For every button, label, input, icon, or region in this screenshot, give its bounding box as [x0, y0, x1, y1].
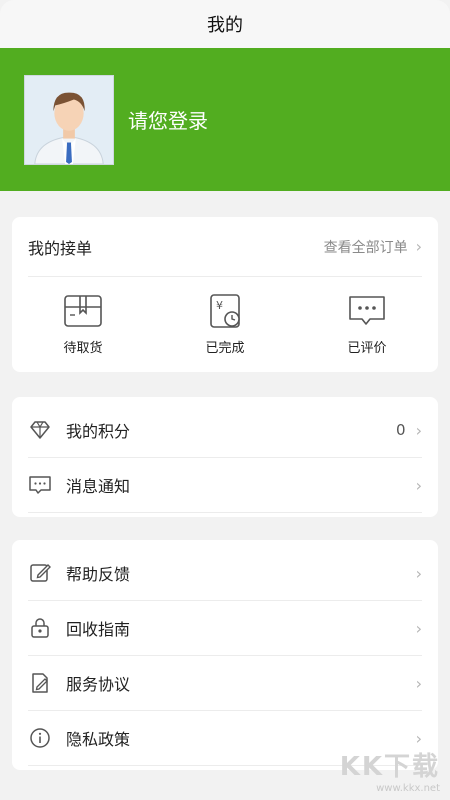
box-icon — [64, 295, 102, 327]
settings-card: 帮助反馈 › 回收指南 › 服务协议 › 隐私政策 › — [12, 540, 438, 770]
profile-header[interactable]: 请您登录 — [0, 48, 450, 191]
chevron-right-icon: › — [415, 475, 422, 495]
view-all-orders-link[interactable]: 查看全部订单 › — [324, 237, 422, 257]
order-status-pending-pickup[interactable]: 待取货 — [28, 293, 138, 356]
order-status-label: 待取货 — [63, 341, 103, 356]
svg-text:¥: ¥ — [216, 299, 223, 312]
orders-title: 我的接单 — [28, 238, 93, 258]
avatar[interactable] — [24, 74, 114, 165]
order-status-label: 已完成 — [205, 341, 245, 356]
info-icon — [30, 728, 50, 748]
top-bar: 我的 — [0, 0, 450, 48]
chevron-right-icon: › — [415, 237, 422, 256]
chevron-right-icon: › — [415, 728, 422, 748]
points-value: 0 — [396, 421, 406, 439]
service-agreement-label: 服务协议 — [66, 675, 131, 694]
help-feedback-label: 帮助反馈 — [66, 565, 131, 584]
notifications-label: 消息通知 — [66, 477, 131, 496]
page-title: 我的 — [207, 15, 243, 36]
watermark-logo: KK下载 — [339, 752, 440, 782]
recycle-guide-label: 回收指南 — [66, 620, 131, 639]
list-item-service-agreement[interactable]: 服务协议 › — [28, 656, 422, 711]
list-item-points[interactable]: 我的积分 0 › — [28, 403, 422, 458]
order-status-completed[interactable]: ¥ 已完成 — [170, 293, 280, 356]
view-all-label: 查看全部订单 — [323, 239, 408, 256]
login-prompt[interactable]: 请您登录 — [128, 105, 208, 134]
chevron-right-icon: › — [415, 673, 422, 693]
edit-icon — [30, 564, 51, 582]
orders-card: 我的接单 查看全部订单 › 待取货 ¥ 已完成 已评价 — [12, 217, 438, 372]
points-messages-card: 我的积分 0 › 消息通知 › — [12, 397, 438, 517]
chevron-right-icon: › — [415, 420, 422, 440]
receipt-clock-icon: ¥ — [210, 294, 240, 328]
document-edit-icon — [32, 673, 48, 693]
lock-icon — [31, 618, 49, 638]
order-status-label: 已评价 — [347, 341, 387, 356]
orders-header[interactable]: 我的接单 查看全部订单 › — [28, 217, 422, 277]
points-label: 我的积分 — [66, 422, 131, 441]
order-status-reviewed[interactable]: 已评价 — [312, 293, 422, 356]
chevron-right-icon: › — [415, 563, 422, 583]
watermark-url: www.kkx.net — [376, 783, 440, 794]
list-item-help-feedback[interactable]: 帮助反馈 › — [28, 546, 422, 601]
avatar-image — [25, 75, 113, 164]
message-icon — [29, 476, 51, 494]
watermark: KK下载 www.kkx.net — [340, 746, 440, 794]
diamond-icon — [30, 421, 50, 439]
chat-bubble-icon — [349, 296, 385, 325]
chevron-right-icon: › — [415, 618, 422, 638]
list-item-recycle-guide[interactable]: 回收指南 › — [28, 601, 422, 656]
list-item-notifications[interactable]: 消息通知 › — [28, 458, 422, 513]
